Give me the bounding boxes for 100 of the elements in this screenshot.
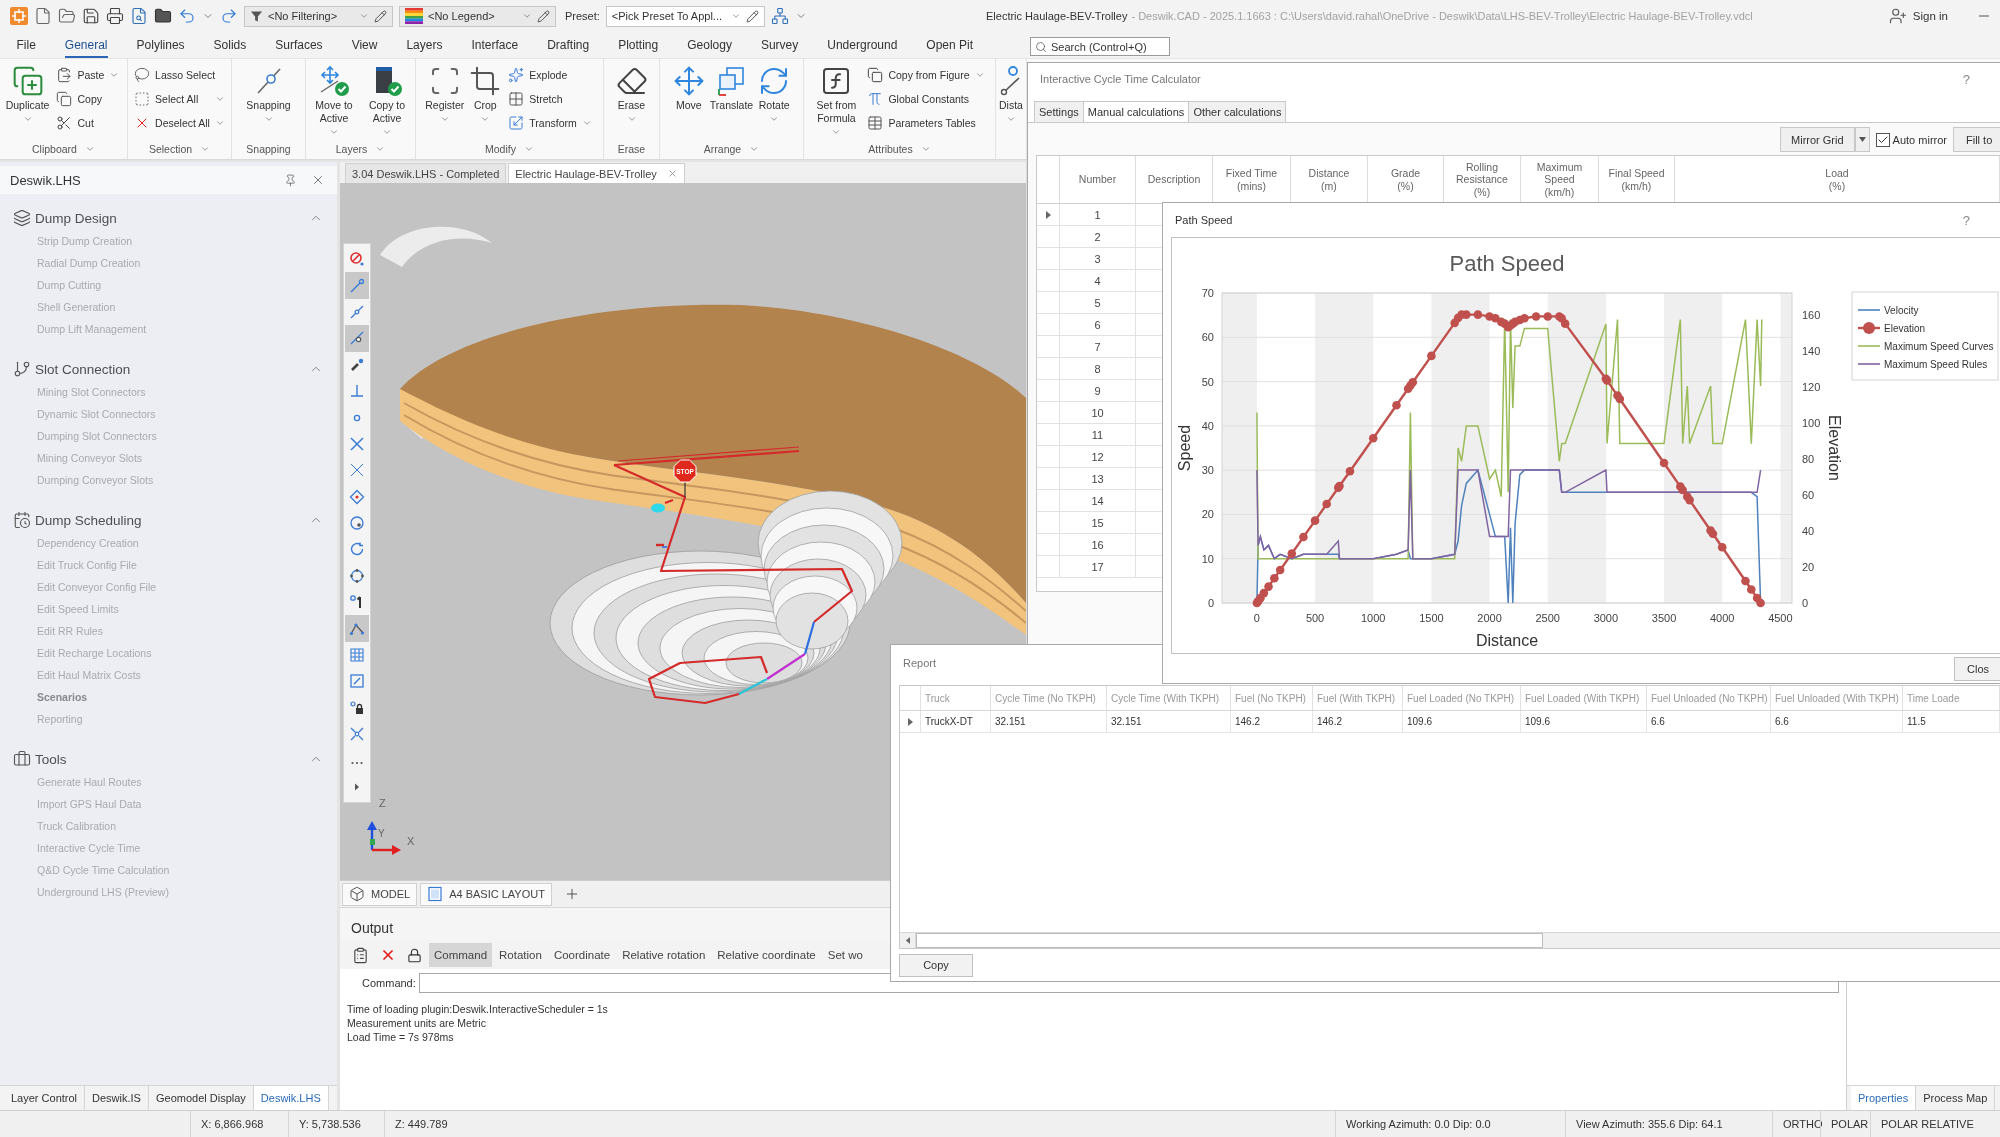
log-line: Measurement units are Metric bbox=[347, 1016, 486, 1030]
axis-tick-label: 160 bbox=[1802, 308, 1821, 321]
table-cell: 109.6 bbox=[1403, 711, 1521, 733]
axis-tick-label: 120 bbox=[1802, 380, 1821, 393]
axis-title: Distance bbox=[1475, 632, 1539, 649]
axis-tick-label: 0 bbox=[1207, 597, 1214, 609]
section-title: Dump Scheduling bbox=[35, 512, 143, 528]
legend-label: Velocity bbox=[1884, 304, 1919, 316]
column-header: Fuel Loaded (With TKPH) bbox=[1521, 686, 1647, 711]
axis-tick-label: 0 bbox=[1253, 612, 1260, 624]
axis-tick-label: 20 bbox=[1802, 560, 1815, 573]
table-cell: 10 bbox=[1060, 402, 1136, 424]
axis-tick-label: 50 bbox=[1201, 375, 1214, 388]
log-line: Load Time = 7s 978ms bbox=[347, 1030, 454, 1044]
axis-tick-label: 30 bbox=[1201, 464, 1214, 477]
column-header: Time Loade bbox=[1903, 686, 2000, 711]
legend-label: Maximum Speed Rules bbox=[1884, 358, 1988, 370]
axis-label: X bbox=[407, 835, 415, 847]
column-header: Cycle Time (With TKPH) bbox=[1107, 686, 1231, 711]
axis-tick-label: 40 bbox=[1802, 524, 1815, 537]
file-path-text: - Deswik.CAD - 2025.1.1663 : C:\Users\david.rahal\OneDrive - Deswik\Data\LHS-BEV-Trolley\Electric Haulage-BEV-Trolley.vdcl bbox=[1131, 10, 1753, 22]
window-title: Electric Haulage-BEV-Trolley bbox=[986, 10, 1128, 22]
axis-tick-label: 140 bbox=[1802, 344, 1821, 357]
checkbox-label: Auto mirror bbox=[1892, 133, 1947, 146]
table-cell: 17 bbox=[1060, 556, 1136, 578]
table-cell: 6 bbox=[1060, 314, 1136, 336]
window-title: Report bbox=[903, 657, 937, 669]
legend-label: Elevation bbox=[1884, 322, 1926, 334]
table-cell: 9 bbox=[1060, 380, 1136, 402]
axis-label: Y bbox=[378, 828, 385, 839]
axis-title: Speed bbox=[1176, 424, 1193, 472]
command-label: Command: bbox=[362, 977, 416, 989]
axis-tick-label: 2000 bbox=[1477, 612, 1502, 624]
table-cell: 146.2 bbox=[1231, 711, 1313, 733]
axis-tick-label: 4000 bbox=[1709, 612, 1735, 624]
table-cell: 32.151 bbox=[1107, 711, 1231, 733]
column-header: Fuel (With TKPH) bbox=[1313, 686, 1403, 711]
axis-tick-label: 1000 bbox=[1361, 612, 1386, 624]
group-label: Layers bbox=[335, 143, 368, 155]
table-cell: 13 bbox=[1060, 468, 1136, 490]
table-cell: 4 bbox=[1060, 270, 1136, 292]
column-header: Number bbox=[1060, 156, 1136, 204]
axis-tick-label: 60 bbox=[1201, 331, 1214, 344]
window-title: Path Speed bbox=[1175, 214, 1233, 226]
axis-tick-label: 40 bbox=[1201, 419, 1214, 432]
axis-tick-label: 2500 bbox=[1535, 612, 1560, 624]
column-header: Cycle Time (No TKPH) bbox=[991, 686, 1107, 711]
panel-title: Output bbox=[351, 920, 394, 936]
group-label: Modify bbox=[485, 143, 516, 155]
axis-tick-label: 1500 bbox=[1419, 612, 1444, 624]
table-cell: 11.5 bbox=[1903, 711, 2000, 733]
axis-tick-label: 80 bbox=[1802, 452, 1815, 465]
status-text: Z: 449.789 bbox=[384, 1111, 1335, 1137]
table-cell: 5 bbox=[1060, 292, 1136, 314]
log-line: Time of loading plugin:Deswik.InteractiveScheduler = 1s bbox=[347, 1002, 608, 1016]
table-cell: 6.6 bbox=[1771, 711, 1903, 733]
table-cell: 15 bbox=[1060, 512, 1136, 534]
section-title: Slot Connection bbox=[35, 361, 132, 377]
table-cell: 1 bbox=[1060, 204, 1136, 226]
table-cell: 14 bbox=[1060, 490, 1136, 512]
table-cell: 109.6 bbox=[1521, 711, 1647, 733]
group-label: Clipboard bbox=[32, 143, 77, 155]
axis-tick-label: 4500 bbox=[1768, 612, 1793, 624]
group-label: Selection bbox=[148, 143, 193, 155]
axis-tick-label: 10 bbox=[1201, 552, 1214, 565]
status-text: View Azimuth: 355.6 Dip: 64.1 bbox=[1565, 1111, 1772, 1137]
window-title: Interactive Cycle Time Calculator bbox=[1040, 73, 1201, 85]
axis-tick-label: 0 bbox=[1802, 597, 1809, 609]
axis-title: Elevation bbox=[1826, 415, 1843, 481]
axis-tick-label: 500 bbox=[1305, 612, 1325, 624]
axis-tick-label: 100 bbox=[1802, 416, 1821, 429]
column-header: Fuel Loaded (No TKPH) bbox=[1403, 686, 1521, 711]
table-cell: TruckX-DT bbox=[921, 711, 991, 733]
table-cell: 16 bbox=[1060, 534, 1136, 556]
status-text: Working Azimuth: 0.0 Dip: 0.0 bbox=[1335, 1111, 1565, 1137]
axis-tick-label: 60 bbox=[1802, 488, 1815, 501]
axis-label: Z bbox=[379, 797, 386, 809]
axis-tick-label: 3500 bbox=[1651, 612, 1677, 624]
table-cell: 7 bbox=[1060, 336, 1136, 358]
table-cell: 11 bbox=[1060, 424, 1136, 446]
status-text: X: 6,866.968 bbox=[190, 1111, 288, 1137]
table-cell: 146.2 bbox=[1313, 711, 1403, 733]
column-header: Fuel (No TKPH) bbox=[1231, 686, 1313, 711]
table-cell: 12 bbox=[1060, 446, 1136, 468]
group-label: Attributes bbox=[868, 143, 913, 155]
column-header: Truck bbox=[921, 686, 991, 711]
table-cell: 2 bbox=[1060, 226, 1136, 248]
axis-tick-label: 70 bbox=[1201, 287, 1214, 299]
status-text: Y: 5,738.536 bbox=[288, 1111, 384, 1137]
preset-label: Preset: bbox=[565, 10, 600, 22]
axis-tick-label: 3000 bbox=[1593, 612, 1619, 624]
column-header: Fuel Unloaded (With TKPH) bbox=[1771, 686, 1903, 711]
table-cell: 3 bbox=[1060, 248, 1136, 270]
table-cell: 32.151 bbox=[991, 711, 1107, 733]
section-title: Dump Design bbox=[35, 210, 118, 226]
table-cell: 6.6 bbox=[1647, 711, 1771, 733]
group-label: Arrange bbox=[703, 143, 742, 155]
axis-tick-label: 20 bbox=[1201, 508, 1214, 521]
column-header: Fuel Unloaded (No TKPH) bbox=[1647, 686, 1771, 711]
group-label: Erase bbox=[617, 143, 646, 155]
